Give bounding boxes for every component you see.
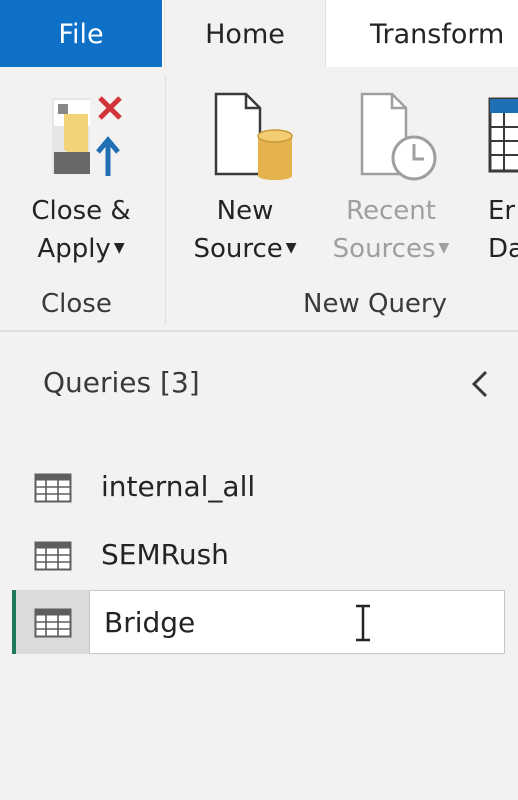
ribbon-tab-bar: File Home Transform (0, 0, 518, 67)
new-source-label-1: New (216, 196, 274, 226)
tab-transform[interactable]: Transform (370, 0, 504, 67)
recent-sources-label-2: Sources (332, 234, 436, 264)
close-apply-label-1: Close & (31, 196, 131, 226)
table-icon (34, 541, 72, 571)
query-label: SEMRush (101, 538, 229, 571)
tab-home[interactable]: Home (164, 0, 326, 67)
query-item-semrush[interactable]: SEMRush (12, 523, 505, 587)
new-source-icon (214, 92, 293, 180)
text-cursor-icon (356, 604, 370, 642)
enter-data-icon (488, 97, 518, 173)
collapse-chevron-icon[interactable] (466, 366, 496, 402)
dropdown-caret-icon: ▼ (285, 239, 297, 256)
query-item-internal-all[interactable]: internal_all (12, 455, 505, 519)
dropdown-caret-icon: ▼ (438, 239, 450, 256)
table-icon (34, 608, 72, 638)
recent-sources-icon (360, 92, 437, 181)
group-label-close: Close (41, 289, 112, 319)
query-item-bridge[interactable] (12, 590, 505, 654)
close-apply-icon (52, 96, 122, 176)
tab-file[interactable]: File (0, 0, 162, 67)
group-separator (165, 75, 166, 325)
enter-data-label-2: Da (488, 234, 518, 264)
new-source-label-2: Source (193, 234, 283, 264)
ribbon: Close & Apply ▼ Close New Source ▼ Recent … (0, 67, 518, 332)
query-label: internal_all (101, 470, 256, 503)
table-icon (34, 473, 72, 503)
queries-pane-title: Queries [3] (43, 366, 200, 399)
recent-sources-label-1: Recent (346, 196, 436, 226)
group-label-new-query: New Query (303, 289, 447, 319)
close-apply-label-2: Apply (37, 234, 111, 264)
dropdown-caret-icon: ▼ (113, 239, 125, 256)
query-rename-input[interactable] (89, 590, 505, 654)
enter-data-label-1: Er (488, 196, 516, 226)
